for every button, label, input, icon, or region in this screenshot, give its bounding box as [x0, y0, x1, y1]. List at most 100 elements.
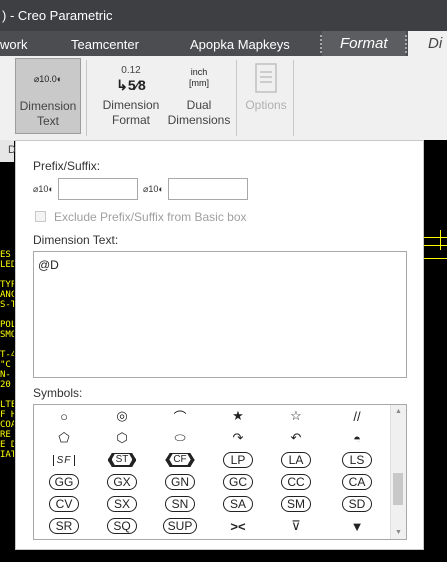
- symbol-counterbore[interactable]: ><: [220, 517, 256, 535]
- exclude-prefix-suffix-label: Exclude Prefix/Suffix from Basic box: [54, 210, 247, 224]
- prefix-icon: ⌀10◐: [33, 184, 54, 194]
- dimension-format-button[interactable]: 0.12 ↳5⁄8 Dimension Format: [100, 58, 162, 132]
- symbol-glyph: SF: [52, 454, 76, 466]
- options-label: Options: [245, 98, 287, 112]
- prefix-suffix-label: Prefix/Suffix:: [33, 159, 101, 173]
- symbol-sf[interactable]: SF: [46, 451, 82, 469]
- exclude-prefix-suffix-checkbox[interactable]: [35, 211, 46, 222]
- symbol-sx[interactable]: SX: [104, 495, 140, 513]
- symbol-hexagon[interactable]: ⬡: [104, 429, 140, 447]
- symbol-glyph: LS: [342, 452, 372, 468]
- dimension-text-label-2: Text: [36, 114, 59, 128]
- dimension-format-icon-top: 0.12: [121, 65, 141, 76]
- symbol-arrow-cw[interactable]: ↷: [220, 429, 256, 447]
- symbol-sq[interactable]: SQ: [104, 517, 140, 535]
- symbol-star-outline[interactable]: ☆: [278, 407, 314, 425]
- symbol-triangle-outline[interactable]: ⊽: [278, 517, 314, 535]
- cad-line: [424, 237, 447, 238]
- symbol-half-circle[interactable]: ◓: [339, 429, 375, 447]
- symbol-sr[interactable]: SR: [46, 517, 82, 535]
- dual-dimensions-button[interactable]: inch [mm] Dual Dimensions: [165, 58, 233, 132]
- tab-teamcenter[interactable]: Teamcenter: [71, 37, 139, 52]
- symbol-sa[interactable]: SA: [220, 495, 256, 513]
- symbol-cv[interactable]: CV: [46, 495, 82, 513]
- symbol-octagon-frame: CF: [165, 453, 195, 467]
- symbol-glyph: ◎: [116, 408, 128, 423]
- symbol-octagon-frame: ST: [107, 453, 137, 467]
- symbol-ca[interactable]: CA: [339, 473, 375, 491]
- ribbon: ⌀10.0◐ Dimension Text 0.12 ↳5⁄8 Dimensio…: [0, 56, 447, 141]
- symbol-glyph: GG: [49, 474, 79, 490]
- dimension-text-label: Dimension Text:: [33, 233, 119, 247]
- symbol-glyph: GX: [107, 474, 137, 490]
- symbol-glyph: SX: [107, 496, 137, 512]
- prefix-input[interactable]: [58, 178, 138, 200]
- symbol-sd[interactable]: SD: [339, 495, 375, 513]
- symbol-lp[interactable]: LP: [220, 451, 256, 469]
- window-title: ) - Creo Parametric: [2, 8, 113, 23]
- dimension-text-area[interactable]: @D: [33, 251, 407, 378]
- dimension-text-label-1: Dimension: [19, 99, 77, 113]
- dual-dimensions-label-1: Dual: [186, 98, 212, 112]
- symbol-circle[interactable]: ○: [46, 407, 82, 425]
- symbol-glyph: ⬭: [174, 430, 186, 445]
- tab-dimension[interactable]: Di: [408, 31, 447, 56]
- cad-note-text: ES LED - TYP ANCE S-T POL SMOO T-4 "C N-…: [0, 250, 14, 460]
- options-button[interactable]: Options: [240, 58, 292, 132]
- dimension-text-value: @D: [38, 258, 59, 272]
- symbol-star-filled[interactable]: ★: [220, 407, 256, 425]
- symbol-glyph: CC: [281, 474, 311, 490]
- symbol-glyph: CF: [169, 454, 191, 465]
- symbol-glyph: ><: [230, 518, 246, 534]
- symbol-gc[interactable]: GC: [220, 473, 256, 491]
- options-document-icon: [255, 63, 277, 93]
- symbol-glyph: SQ: [107, 518, 137, 534]
- symbol-glyph: SUP: [162, 518, 198, 534]
- symbol-gn[interactable]: GN: [162, 473, 198, 491]
- symbol-cf[interactable]: CF: [162, 451, 198, 469]
- symbols-label: Symbols:: [33, 386, 83, 400]
- tab-apopka-mapkeys[interactable]: Apopka Mapkeys: [190, 37, 290, 52]
- symbol-glyph: ▼: [350, 518, 364, 534]
- symbol-ls[interactable]: LS: [339, 451, 375, 469]
- symbol-glyph: GC: [223, 474, 253, 490]
- dual-dimensions-icon: inch [mm]: [165, 58, 233, 98]
- symbol-arc[interactable]: ⌒: [162, 407, 198, 425]
- symbol-ellipse[interactable]: ⬭: [162, 429, 198, 447]
- dimension-format-icon-bottom: ↳5⁄8: [116, 77, 146, 93]
- symbol-gg[interactable]: GG: [46, 473, 82, 491]
- symbol-concentric[interactable]: ◎: [104, 407, 140, 425]
- symbol-glyph: SR: [49, 518, 79, 534]
- symbol-sn[interactable]: SN: [162, 495, 198, 513]
- symbol-la[interactable]: LA: [278, 451, 314, 469]
- scroll-down-arrow-icon[interactable]: ▼: [395, 529, 402, 536]
- scroll-thumb[interactable]: [393, 473, 403, 505]
- symbol-sup[interactable]: SUP: [162, 517, 198, 535]
- scroll-up-arrow-icon[interactable]: ▲: [395, 408, 402, 415]
- symbol-triangle-filled[interactable]: ▼: [339, 517, 375, 535]
- tab-format-label: Format: [340, 35, 388, 52]
- symbol-cc[interactable]: CC: [278, 473, 314, 491]
- symbol-parallelism[interactable]: //: [339, 407, 375, 425]
- symbol-glyph: ⊽: [291, 518, 301, 533]
- symbol-st[interactable]: ST: [104, 451, 140, 469]
- symbol-glyph: ⌒: [173, 409, 187, 425]
- suffix-icon: ⌀10◐: [143, 184, 164, 194]
- symbol-gx[interactable]: GX: [104, 473, 140, 491]
- dimension-text-button[interactable]: ⌀10.0◐ Dimension Text: [15, 58, 81, 134]
- dimension-format-label-2: Format: [111, 113, 150, 127]
- symbol-sm[interactable]: SM: [278, 495, 314, 513]
- symbol-glyph: LA: [281, 452, 311, 468]
- ribbon-separator: [293, 60, 294, 136]
- dual-dimensions-label-2: Dimensions: [167, 113, 231, 127]
- tab-format[interactable]: Format: [322, 31, 406, 56]
- symbol-glyph: ◓: [353, 430, 361, 446]
- symbol-glyph: ★: [232, 408, 244, 423]
- suffix-input[interactable]: [168, 178, 248, 200]
- symbol-pentagon[interactable]: ⬠: [46, 429, 82, 447]
- tab-work[interactable]: work: [0, 37, 27, 52]
- symbols-scrollbar[interactable]: ▲ ▼: [390, 405, 406, 539]
- dimension-text-icon-glyph: ⌀10.0◐: [33, 73, 63, 84]
- symbol-glyph: ☆: [290, 408, 302, 423]
- symbol-arrow-ccw[interactable]: ↶: [278, 429, 314, 447]
